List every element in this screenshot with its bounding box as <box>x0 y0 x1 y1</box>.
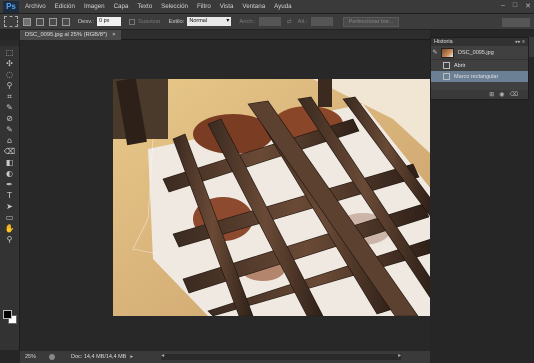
history-brush-icon[interactable]: ✎ <box>431 49 439 56</box>
type-tool-icon[interactable]: T <box>4 191 16 200</box>
horizontal-scrollbar[interactable] <box>161 352 402 360</box>
window-controls: – □ ✕ <box>501 2 531 10</box>
menu-ventana[interactable]: Ventana <box>242 3 265 10</box>
zoom-level[interactable]: 25% <box>25 354 43 360</box>
eraser-icon[interactable]: ⌫ <box>4 147 16 156</box>
height-label: Alt.: <box>297 18 308 25</box>
brush-icon[interactable]: ✎ <box>4 125 16 134</box>
photoshop-logo: Ps <box>3 0 19 13</box>
menu-texto[interactable]: Texto <box>137 3 152 10</box>
refine-edge-button[interactable]: Perfeccionar bor... <box>342 16 400 27</box>
menu-capa[interactable]: Capa <box>114 3 129 10</box>
style-select[interactable]: Normal <box>187 17 232 26</box>
feather-label: Desv.: <box>78 18 94 25</box>
eyedropper-icon[interactable]: ✎ <box>4 103 16 112</box>
marquee-state-icon <box>443 73 450 80</box>
height-input[interactable] <box>310 17 333 26</box>
history-item-abrir[interactable]: Abrir <box>431 60 528 71</box>
menu-bar: Ps Archivo Edición Imagen Capa Texto Sel… <box>0 0 534 14</box>
pen-icon[interactable]: ✒ <box>4 180 16 189</box>
history-item-label: Abrir <box>454 62 466 69</box>
zoom-icon[interactable]: ⚲ <box>4 235 16 244</box>
status-bar: 25% Doc: 14,4 MB/14,4 MB ▸ <box>20 351 430 363</box>
document-tab[interactable]: DSC_0095.jpg al 25% (RGB/8*) × <box>20 30 121 40</box>
feather-input[interactable]: 0 px <box>97 17 121 26</box>
status-info-icon[interactable] <box>49 354 55 360</box>
gradient-icon[interactable]: ◧ <box>4 158 16 167</box>
foreground-color-swatch[interactable] <box>3 310 12 319</box>
menu-filtro[interactable]: Filtro <box>197 3 211 10</box>
menu-vista[interactable]: Vista <box>220 3 234 10</box>
open-state-icon <box>443 62 450 69</box>
toolbox-header[interactable] <box>0 40 19 46</box>
crop-icon[interactable]: ⌗ <box>4 92 16 101</box>
subtract-selection-icon[interactable] <box>49 17 57 26</box>
panel-menu-icon[interactable]: ▸▸ ≡ <box>516 39 525 45</box>
quick-selection-icon[interactable]: ⚲ <box>4 81 16 90</box>
history-footer: ⊞ ◉ ⌫ <box>431 90 528 99</box>
antialias-checkbox[interactable] <box>129 18 135 25</box>
trash-icon[interactable]: ⌫ <box>510 91 518 98</box>
snapshot-thumbnail <box>441 47 454 58</box>
lasso-icon[interactable]: ◌ <box>4 70 16 79</box>
intersect-selection-icon[interactable] <box>62 17 70 26</box>
menu-ayuda[interactable]: Ayuda <box>274 3 291 10</box>
menu-seleccion[interactable]: Selección <box>161 3 188 10</box>
width-label: Anch.: <box>239 18 256 25</box>
history-title[interactable]: Historia <box>434 39 453 45</box>
close-tab-icon[interactable]: × <box>112 32 115 38</box>
healing-brush-icon[interactable]: ⊘ <box>4 114 16 123</box>
camera-snapshot-icon[interactable]: ◉ <box>499 91 504 98</box>
menu-edicion[interactable]: Edición <box>55 3 75 10</box>
toolbox: ⬚ ✣ ◌ ⚲ ⌗ ✎ ⊘ ✎ ⌂ ⌫ ◧ ◐ ✒ T ➤ ▭ ✋ ⚲ <box>0 40 20 350</box>
style-label: Estilo: <box>168 18 185 25</box>
new-document-from-state-icon[interactable]: ⊞ <box>489 91 494 98</box>
workspace-switcher[interactable] <box>502 18 530 27</box>
rectangular-marquee-icon[interactable]: ⬚ <box>4 48 16 57</box>
width-input[interactable] <box>258 17 281 26</box>
close-window-icon[interactable]: ✕ <box>525 2 531 10</box>
options-bar: Desv.: 0 px Suavizar Estilo: Normal Anch… <box>0 14 534 30</box>
photo-render <box>113 79 431 316</box>
antialias-label: Suavizar <box>138 18 161 25</box>
clone-stamp-icon[interactable]: ⌂ <box>4 136 16 145</box>
swap-icon[interactable]: ⇄ <box>287 19 292 25</box>
snapshot-label: DSC_0095.jpg <box>458 49 494 56</box>
history-header: Historia ▸▸ ≡ <box>431 38 528 46</box>
menu-imagen[interactable]: Imagen <box>84 3 105 10</box>
document-image[interactable] <box>113 79 431 316</box>
status-menu-arrow[interactable]: ▸ <box>130 354 133 360</box>
marquee-tool-preset-icon[interactable] <box>4 16 18 27</box>
maximize-icon[interactable]: □ <box>513 2 517 10</box>
history-item-marco-rectangular[interactable]: Marco rectangular <box>431 71 528 82</box>
dodge-icon[interactable]: ◐ <box>4 169 16 178</box>
document-tab-title: DSC_0095.jpg al 25% (RGB/8*) <box>25 32 108 38</box>
shape-icon[interactable]: ▭ <box>4 213 16 222</box>
menu-archivo[interactable]: Archivo <box>25 3 46 10</box>
new-selection-icon[interactable] <box>23 17 31 26</box>
hand-icon[interactable]: ✋ <box>4 224 16 233</box>
history-panel: Historia ▸▸ ≡ ✎ DSC_0095.jpg Abrir Marco… <box>430 37 529 100</box>
minimize-icon[interactable]: – <box>501 2 505 10</box>
path-selection-icon[interactable]: ➤ <box>4 202 16 211</box>
move-tool-icon[interactable]: ✣ <box>4 59 16 68</box>
document-info: Doc: 14,4 MB/14,4 MB <box>71 354 127 360</box>
history-item-label: Marco rectangular <box>454 73 499 80</box>
history-snapshot[interactable]: ✎ DSC_0095.jpg <box>431 46 528 60</box>
panel-collapse-strip[interactable] <box>529 37 534 57</box>
add-selection-icon[interactable] <box>36 17 44 26</box>
